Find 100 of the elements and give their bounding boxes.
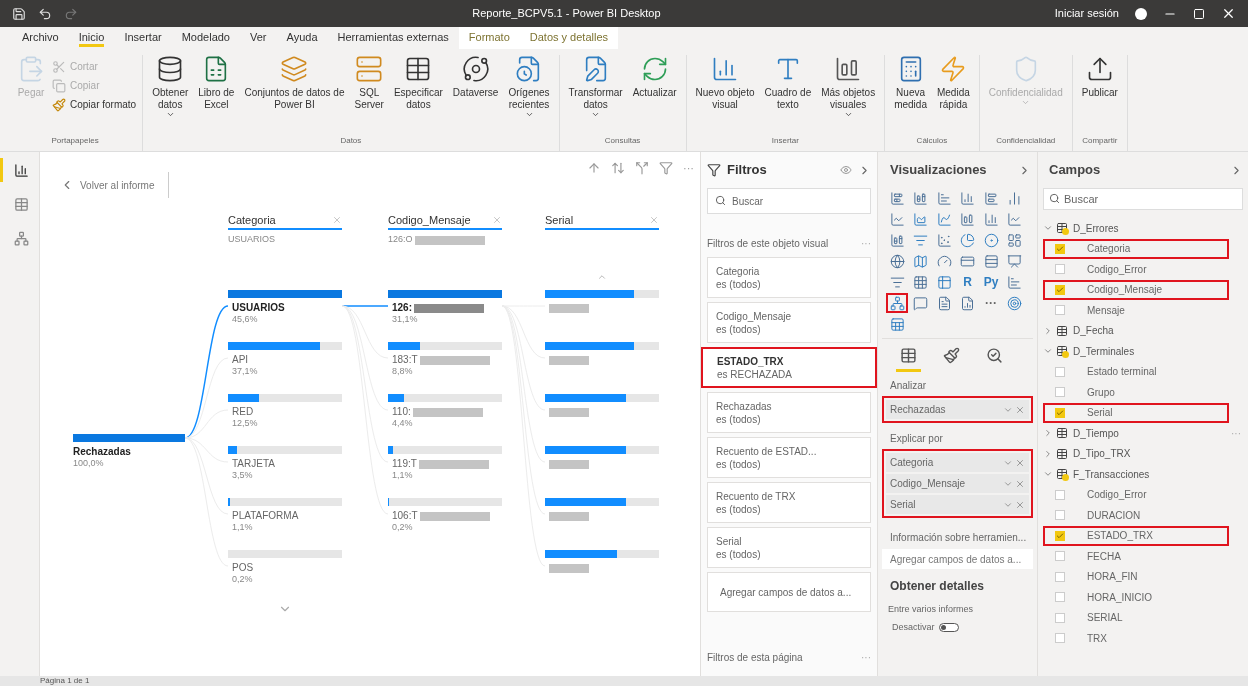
field-name: FECHA	[1087, 549, 1121, 564]
field-name: HORA_FIN	[1087, 570, 1138, 585]
field-row[interactable]: SERIAL	[1043, 607, 1229, 628]
search-field[interactable]: Buscar	[707, 188, 871, 214]
well-item[interactable]: Rechazadas	[886, 400, 1029, 419]
ribbon-tab[interactable]: Formato	[458, 27, 520, 49]
filter-value: es (todos)	[716, 412, 762, 426]
node-label: 110:	[392, 406, 411, 418]
field-row[interactable]: Categoria	[1043, 238, 1229, 259]
field-row[interactable]: Codigo_Error	[1043, 259, 1229, 280]
back-button[interactable]: Volver al informe	[60, 172, 170, 198]
section-label: Información sobre herramien...	[889, 531, 1028, 545]
node-value: 100,0%	[73, 458, 105, 469]
section-label: Entre varios informes	[887, 603, 975, 616]
ribbon-button[interactable]: Actualizar	[629, 55, 680, 99]
ribbon-button[interactable]: Cuadro de texto	[761, 55, 815, 111]
ribbon-button[interactable]: SQL Server	[351, 55, 387, 111]
table-row[interactable]: D_Errores	[1043, 218, 1243, 239]
well-item[interactable]: Categoria	[886, 453, 1029, 472]
field-row[interactable]: DURACION	[1043, 505, 1229, 526]
tree-node[interactable]: RED 12,5%	[228, 394, 342, 446]
table-name: F_Transacciones	[1073, 467, 1151, 482]
well-item[interactable]: Serial	[886, 495, 1029, 514]
search-field[interactable]: Buscar	[1043, 188, 1243, 210]
tree-node[interactable]: 119:T 1,1%	[388, 446, 502, 498]
ribbon-tab[interactable]: Datos y detalles	[519, 27, 619, 49]
ribbon-button[interactable]: Más objetos visuales	[818, 55, 879, 119]
field-row[interactable]: ESTADO_TRX	[1043, 525, 1229, 546]
field-row[interactable]: Mensaje	[1043, 300, 1229, 321]
visual-type-button[interactable]: Py	[980, 272, 1002, 292]
filter-value: es (todos)	[716, 277, 762, 291]
filter-card[interactable]: Serial es (todos)	[707, 527, 871, 568]
node-value: 3,5%	[232, 470, 253, 481]
ribbon-button[interactable]: Publicar	[1078, 55, 1121, 99]
field-row[interactable]: HORA_INICIO	[1043, 587, 1229, 608]
ribbon-tab[interactable]: Ver	[240, 27, 277, 49]
filter-card[interactable]: Categoria es (todos)	[707, 257, 871, 298]
tree-node[interactable]: POS 0,2%	[228, 550, 342, 602]
field-row[interactable]: FECHA	[1043, 546, 1229, 567]
field-row[interactable]: Estado terminal	[1043, 361, 1229, 382]
table-row[interactable]: D_Terminales	[1043, 341, 1243, 362]
filter-name: Recuento de TRX	[716, 489, 797, 503]
drop-zone[interactable]: Agregar campos de datos a...	[882, 549, 1033, 569]
field-row[interactable]: TRX	[1043, 628, 1229, 649]
ribbon-button[interactable]: Orígenes recientes	[505, 55, 553, 119]
sign-in-link[interactable]: Iniciar sesión	[1054, 5, 1119, 22]
ribbon-tab[interactable]: Modelado	[171, 27, 240, 49]
tree-node[interactable]: USUARIOS 45,6%	[228, 290, 342, 342]
tree-node[interactable]: 106:T 0,2%	[388, 498, 502, 550]
filter-card[interactable]: Rechazadas es (todos)	[707, 392, 871, 433]
ribbon-button[interactable]: Conjuntos de datos de Power BI	[241, 55, 348, 111]
table-name: D_Errores	[1073, 221, 1120, 236]
column-header[interactable]: Serial	[545, 212, 659, 230]
filter-card[interactable]: Recuento de TRX es (todos)	[707, 482, 871, 523]
column-header[interactable]: Codigo_Mensaje	[388, 212, 502, 230]
ribbon-button[interactable]: Especificar datos	[390, 55, 446, 111]
filter-card[interactable]: Recuento de ESTAD... es (todos)	[707, 437, 871, 478]
table-row[interactable]: D_Tiempo ···	[1043, 423, 1243, 444]
tree-node[interactable]: API 37,1%	[228, 342, 342, 394]
filter-value: es (todos)	[716, 502, 762, 516]
table-name: D_Fecha	[1073, 324, 1115, 339]
field-name: SERIAL	[1087, 611, 1123, 626]
table-row[interactable]: F_Transacciones	[1043, 464, 1243, 485]
column-selection: 126:O	[388, 233, 413, 247]
table-row[interactable]: D_Fecha	[1043, 320, 1243, 341]
filter-card[interactable]: Codigo_Mensaje es (todos)	[707, 302, 871, 343]
well-item[interactable]: Codigo_Mensaje	[886, 474, 1029, 493]
field-row[interactable]: Codigo_Error	[1043, 484, 1229, 505]
tree-node[interactable]: 183:T 8,8%	[388, 342, 502, 394]
field-row[interactable]: Serial	[1043, 402, 1229, 423]
ribbon-button[interactable]: Nueva medida	[891, 55, 930, 111]
ribbon-tab[interactable]: Archivo	[12, 27, 69, 49]
node-value: 31,1%	[392, 314, 418, 325]
ribbon-tab[interactable]: Insertar	[114, 27, 172, 49]
tree-node[interactable]: 126: 31,1%	[388, 290, 502, 342]
ribbon-button[interactable]: Medida rápida	[933, 55, 973, 111]
ribbon-button[interactable]: Copiar formato	[52, 95, 137, 114]
tree-node[interactable]: 110: 4,4%	[388, 394, 502, 446]
drop-zone[interactable]: Agregar campos de datos a...	[707, 572, 871, 612]
ribbon-button[interactable]: Transformar datos	[565, 55, 626, 119]
field-row[interactable]: Grupo	[1043, 382, 1229, 403]
tree-node[interactable]: PLATAFORMA 1,1%	[228, 498, 342, 550]
filter-card[interactable]: ESTADO_TRX es RECHAZADA	[701, 347, 877, 388]
ribbon-tab[interactable]: Herramientas externas	[327, 27, 459, 49]
visual-type-button[interactable]: ···	[980, 293, 1002, 313]
column-header[interactable]: Categoria	[228, 212, 342, 230]
ribbon-button[interactable]: Nuevo objeto visual	[692, 55, 758, 111]
tree-node[interactable]: TARJETA 3,5%	[228, 446, 342, 498]
field-row[interactable]: HORA_FIN	[1043, 566, 1229, 587]
ribbon-button[interactable]: Obtener datos	[149, 55, 192, 119]
node-value: 1,1%	[232, 522, 253, 533]
ribbon-tab[interactable]: Inicio	[68, 27, 115, 49]
table-row[interactable]: D_Tipo_TRX	[1043, 443, 1243, 464]
visual-type-button[interactable]: R	[956, 272, 979, 292]
filter-name: Serial	[716, 534, 743, 548]
node-label: PLATAFORMA	[232, 510, 299, 522]
ribbon-button[interactable]: Libro de Excel	[195, 55, 238, 111]
ribbon-button[interactable]: Dataverse	[449, 55, 502, 99]
ribbon-tab[interactable]: Ayuda	[276, 27, 328, 49]
field-row[interactable]: Codigo_Mensaje	[1043, 279, 1229, 300]
